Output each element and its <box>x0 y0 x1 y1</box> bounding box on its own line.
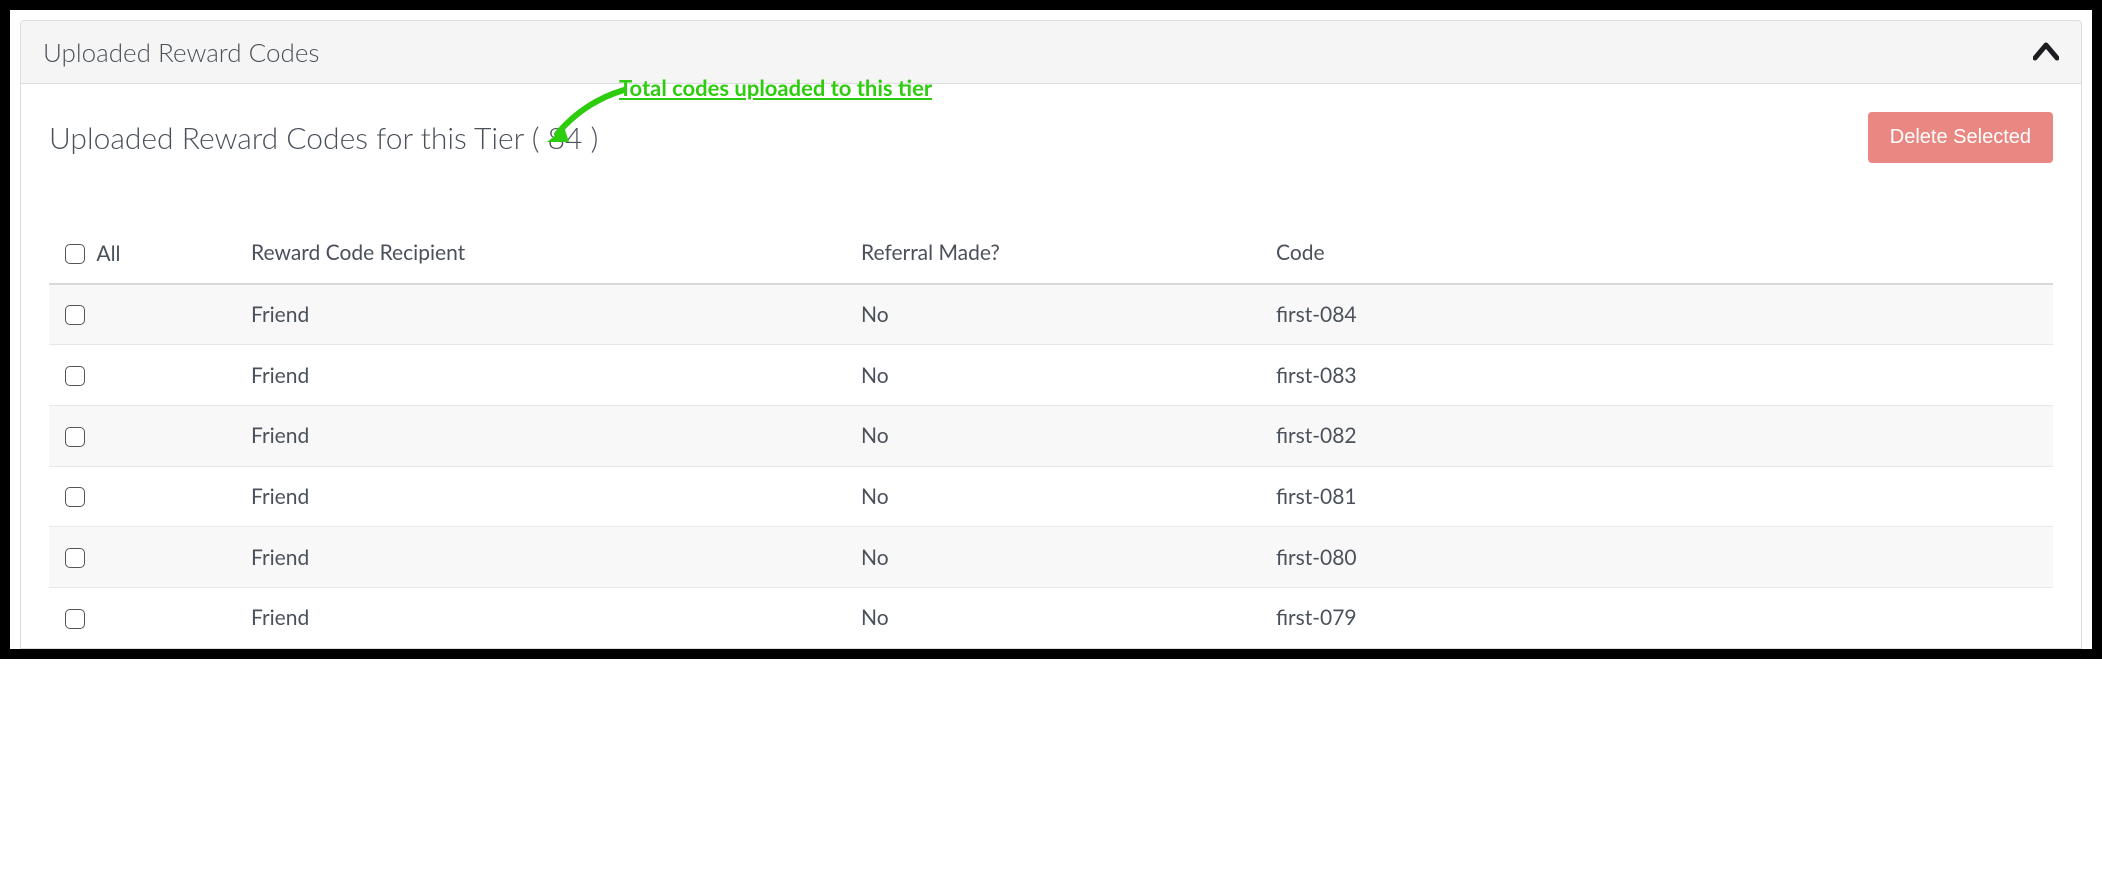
chevron-up-icon <box>2033 41 2059 63</box>
table-header-row: All Reward Code Recipient Referral Made?… <box>49 223 2053 284</box>
tier-title-suffix: ) <box>582 120 598 156</box>
row-checkbox[interactable] <box>65 548 85 568</box>
app-frame: Uploaded Reward Codes Uploaded Reward Co… <box>0 0 2102 659</box>
cell-recipient: Friend <box>239 466 849 527</box>
row-checkbox[interactable] <box>65 487 85 507</box>
cell-code: first-081 <box>1264 466 2053 527</box>
panel-body: Uploaded Reward Codes for this Tier ( 84… <box>21 84 2081 648</box>
table-row: Friend No first-083 <box>49 345 2053 406</box>
row-checkbox[interactable] <box>65 427 85 447</box>
panel-heading[interactable]: Uploaded Reward Codes <box>21 21 2081 84</box>
cell-recipient: Friend <box>239 527 849 588</box>
select-all-checkbox[interactable] <box>65 244 85 264</box>
table-row: Friend No first-084 <box>49 284 2053 345</box>
table-row: Friend No first-082 <box>49 406 2053 467</box>
annotation-label: Total codes uploaded to this tier <box>619 74 932 101</box>
table-header-referral: Referral Made? <box>849 223 1264 284</box>
cell-recipient: Friend <box>239 406 849 467</box>
cell-code: first-079 <box>1264 588 2053 648</box>
cell-code: first-084 <box>1264 284 2053 345</box>
select-all-label: All <box>96 241 120 266</box>
cell-referral: No <box>849 345 1264 406</box>
cell-referral: No <box>849 588 1264 648</box>
tier-count: 84 <box>548 120 583 156</box>
table-row: Friend No first-079 <box>49 588 2053 648</box>
table-header-recipient: Reward Code Recipient <box>239 223 849 284</box>
panel-heading-title: Uploaded Reward Codes <box>43 36 319 68</box>
row-checkbox[interactable] <box>65 305 85 325</box>
row-checkbox[interactable] <box>65 366 85 386</box>
tier-header-row: Uploaded Reward Codes for this Tier ( 84… <box>49 112 2053 163</box>
cell-code: first-083 <box>1264 345 2053 406</box>
cell-referral: No <box>849 406 1264 467</box>
cell-referral: No <box>849 284 1264 345</box>
cell-code: first-080 <box>1264 527 2053 588</box>
cell-recipient: Friend <box>239 588 849 648</box>
delete-selected-button[interactable]: Delete Selected <box>1868 112 2053 163</box>
tier-title-prefix: Uploaded Reward Codes for this Tier ( <box>49 120 548 156</box>
table-row: Friend No first-081 <box>49 466 2053 527</box>
cell-referral: No <box>849 466 1264 527</box>
collapse-icon[interactable] <box>2033 35 2059 69</box>
uploaded-codes-panel: Uploaded Reward Codes Uploaded Reward Co… <box>20 20 2082 649</box>
cell-referral: No <box>849 527 1264 588</box>
cell-code: first-082 <box>1264 406 2053 467</box>
table-header-code: Code <box>1264 223 2053 284</box>
tier-title: Uploaded Reward Codes for this Tier ( 84… <box>49 120 598 156</box>
table-row: Friend No first-080 <box>49 527 2053 588</box>
cell-recipient: Friend <box>239 284 849 345</box>
codes-table: All Reward Code Recipient Referral Made?… <box>49 223 2053 648</box>
table-header-select-all: All <box>49 223 239 284</box>
cell-recipient: Friend <box>239 345 849 406</box>
row-checkbox[interactable] <box>65 609 85 629</box>
